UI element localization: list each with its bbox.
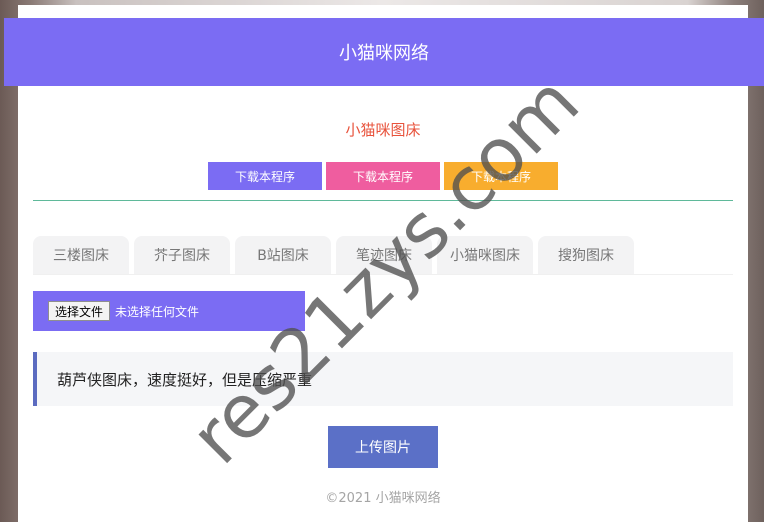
upload-image-button[interactable]: 上传图片 [328,426,438,468]
divider [33,200,733,201]
site-title: 小猫咪网络 [339,43,429,64]
file-status-text: 未选择任何文件 [115,304,200,319]
notice-text: 葫芦侠图床，速度挺好，但是压缩严重 [57,370,313,389]
download-button-2[interactable]: 下载本程序 [326,162,440,190]
notice-box: 葫芦侠图床，速度挺好，但是压缩严重 [33,352,733,406]
tab-bilibili[interactable]: B站图床 [235,236,331,274]
tab-biji[interactable]: 笔迹图床 [336,236,432,274]
footer-copyright: ©2021 小猫咪网络 [325,491,441,506]
image-host-tabs: 三楼图床 芥子图床 B站图床 笔迹图床 小猫咪图床 搜狗图床 [33,236,634,274]
choose-file-button[interactable]: 选择文件 [48,301,111,321]
tab-xiaomaomi[interactable]: 小猫咪图床 [437,236,533,274]
site-header: 小猫咪网络 [4,18,764,86]
download-button-3[interactable]: 下载本程序 [444,162,558,190]
tabs-underline [33,274,733,275]
tab-sanlou[interactable]: 三楼图床 [33,236,129,274]
file-input-bar: 选择文件 未选择任何文件 [33,291,305,331]
tab-jiezi[interactable]: 芥子图床 [134,236,230,274]
download-button-row: 下载本程序 下载本程序 下载本程序 [208,162,558,190]
tab-sougou[interactable]: 搜狗图床 [538,236,634,274]
page-subtitle: 小猫咪图床 [345,121,421,139]
download-button-1[interactable]: 下载本程序 [208,162,322,190]
